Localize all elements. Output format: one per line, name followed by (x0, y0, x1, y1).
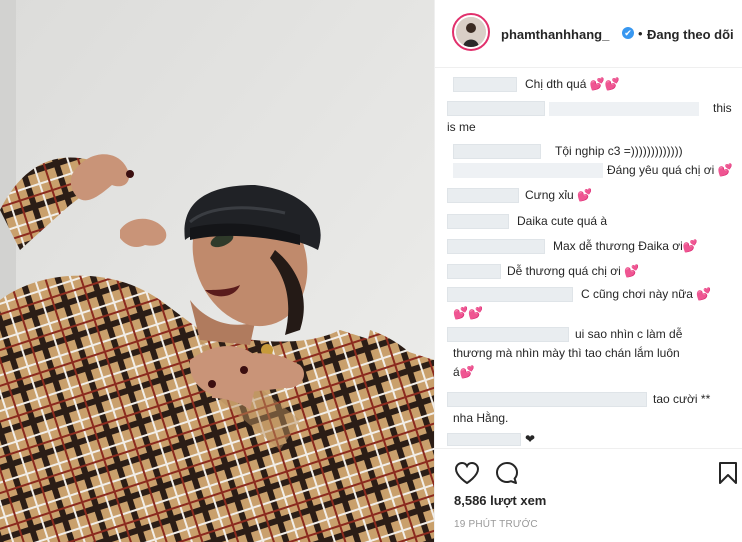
comment-text: á💕 (453, 365, 475, 379)
blurred-text (453, 163, 603, 178)
comment-text: nha Hằng. (453, 411, 509, 425)
comment-text: this (713, 101, 732, 115)
avatar[interactable] (452, 13, 490, 51)
comment-text: Max dễ thương Đaika ơi💕 (553, 239, 698, 253)
comment-bubble-icon[interactable] (495, 461, 519, 485)
following-button[interactable]: Đang theo dõi (647, 27, 734, 42)
view-count: 8,586 lượt xem (454, 493, 547, 508)
blurred-username (453, 77, 517, 92)
blurred-text (549, 102, 699, 116)
blurred-username (447, 327, 569, 342)
comment-text: Dễ thương quá chị ơi 💕 (507, 264, 640, 278)
blurred-username (447, 264, 501, 279)
instagram-post-view: phamthanhhang_ ✔ • Đang theo dõi Chị dth… (0, 0, 742, 542)
blurred-username (447, 188, 519, 203)
post-header: phamthanhhang_ ✔ • Đang theo dõi (435, 0, 742, 68)
post-media[interactable] (0, 0, 434, 542)
post-timestamp[interactable]: 19 PHÚT TRƯỚC (454, 519, 538, 530)
post-actions: 8,586 lượt xem 19 PHÚT TRƯỚC (435, 448, 742, 542)
separator-dot: • (638, 26, 643, 41)
username-link[interactable]: phamthanhhang_ (501, 27, 609, 42)
blurred-username (447, 101, 545, 116)
blurred-username (453, 144, 541, 159)
comment-text: Cưng xỉu 💕 (525, 188, 592, 202)
heart-outline-icon[interactable] (454, 461, 480, 485)
avatar-image (456, 17, 486, 47)
comment-text: is me (447, 120, 476, 134)
comment-text: tao cười ** (653, 392, 711, 406)
blurred-username (447, 287, 573, 302)
post-photo (0, 0, 434, 542)
comments-list: Chị dth quá 💕💕 this is me Tội nghip c3 =… (447, 74, 733, 448)
comment-heart: ❤ (525, 432, 536, 446)
blurred-username (447, 239, 545, 254)
comment-text: ui sao nhìn c làm dễ (575, 327, 683, 341)
blurred-username (447, 433, 521, 446)
comment-text: 💕💕 (453, 306, 483, 320)
blurred-username (447, 392, 647, 407)
post-sidebar: phamthanhhang_ ✔ • Đang theo dõi Chị dth… (434, 0, 742, 542)
comment-text: C cũng chơi này nữa 💕 (581, 287, 712, 301)
comment-text: Chị dth quá 💕💕 (525, 77, 620, 91)
bookmark-icon[interactable] (718, 461, 738, 485)
blurred-username (447, 214, 509, 229)
verified-badge-icon: ✔ (622, 27, 634, 39)
comment-text: Tội nghip c3 =))))))))))))) (555, 144, 683, 158)
comment-text: Daika cute quá à (517, 214, 608, 228)
comment-text: Đáng yêu quá chị ơi 💕 (607, 163, 733, 177)
comment-text: thương mà nhìn mày thì tao chán lắm luôn (453, 346, 680, 360)
